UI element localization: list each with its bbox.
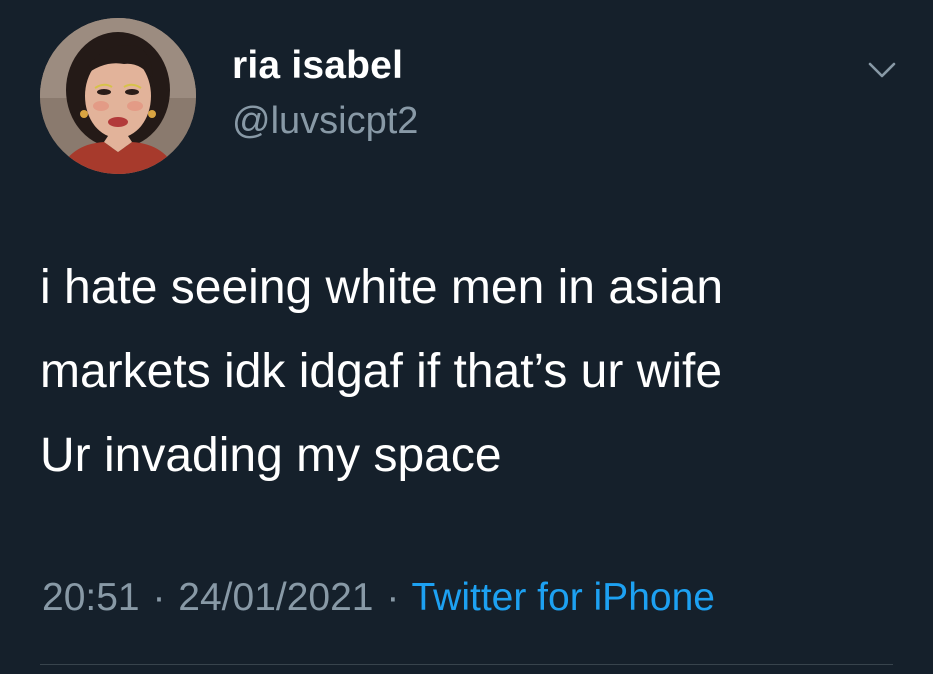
tweet-time[interactable]: 20:51 [42,576,140,619]
tweet-text: i hate seeing white men in asian markets… [40,246,920,498]
chevron-down-icon [868,62,896,78]
tweet-source-link[interactable]: Twitter for iPhone [411,576,714,619]
meta-separator: · [152,576,166,619]
avatar[interactable] [40,18,196,174]
user-handle[interactable]: @luvsicpt2 [232,100,418,143]
avatar-image [40,18,196,174]
tweet-text-line: Ur invading my space [40,429,502,482]
more-options-button[interactable] [864,56,900,84]
tweet-text-line: markets idk idgaf if that’s ur wife [40,345,723,398]
tweet-date[interactable]: 24/01/2021 [178,576,373,619]
tweet-card: ria isabel @luvsicpt2 i hate seeing whit… [0,0,933,674]
tweet-meta: 20:51 · 24/01/2021 · Twitter for iPhone [42,576,715,620]
display-name[interactable]: ria isabel [232,44,403,88]
meta-separator: · [386,576,400,619]
tweet-text-line: i hate seeing white men in asian [40,261,724,314]
divider [40,664,893,665]
